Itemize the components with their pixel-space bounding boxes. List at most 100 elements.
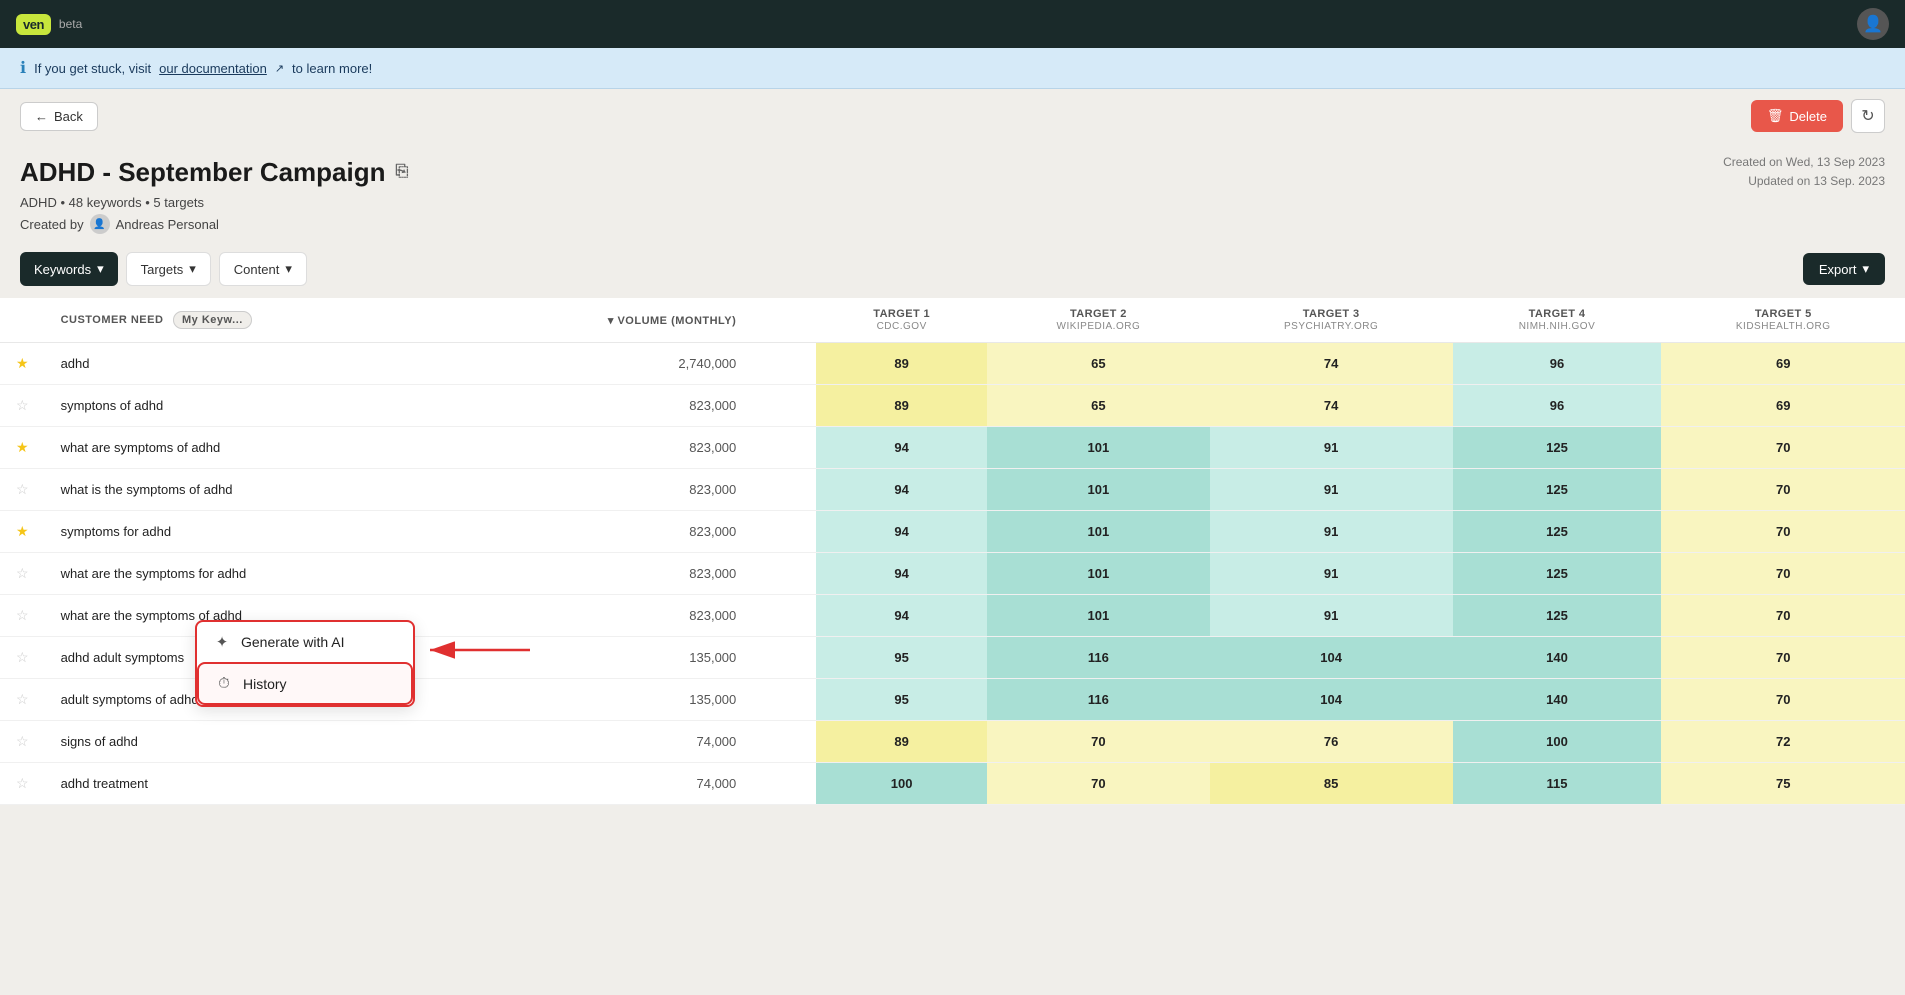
- target5-domain: KIDSHEALTH.ORG: [1677, 321, 1889, 332]
- target2-domain: WIKIPEDIA.ORG: [1003, 321, 1194, 332]
- delete-button[interactable]: 🗑 Delete: [1751, 100, 1843, 132]
- keywords-chevron-icon: ▾: [97, 261, 104, 277]
- tab-content[interactable]: Content ▾: [219, 252, 307, 286]
- banner-text-suffix: to learn more!: [292, 61, 372, 76]
- target3-cell: 91: [1210, 553, 1453, 595]
- table-row: ☆ what are the symptoms for adhd 823,000…: [0, 553, 1905, 595]
- star-cell[interactable]: ★: [0, 511, 45, 553]
- target2-cell: 101: [987, 595, 1210, 637]
- keyword-count: 48 keywords: [69, 195, 142, 210]
- target3-cell: 74: [1210, 343, 1453, 385]
- target3-domain: PSYCHIATRY.ORG: [1226, 321, 1437, 332]
- keyword-cell: signs of adhd: [45, 721, 385, 763]
- avatar-icon: 👤: [1863, 14, 1883, 34]
- campaign-meta-right: Created on Wed, 13 Sep 2023 Updated on 1…: [1723, 153, 1885, 191]
- target5-label: TARGET 5: [1755, 308, 1812, 320]
- campaign-title-text: ADHD - September Campaign: [20, 157, 386, 188]
- info-banner: ℹ If you get stuck, visit our documentat…: [0, 48, 1905, 89]
- target4-cell: 125: [1453, 553, 1662, 595]
- star-icon[interactable]: ☆: [16, 481, 29, 497]
- tab-keywords[interactable]: Keywords ▾: [20, 252, 118, 286]
- target2-cell: 65: [987, 385, 1210, 427]
- customer-need-label: CUSTOMER NEED: [61, 314, 164, 326]
- keyword-cell: symptons of adhd: [45, 385, 385, 427]
- target1-cell: 95: [816, 637, 987, 679]
- star-cell[interactable]: ★: [0, 427, 45, 469]
- history-item[interactable]: ⏱ History: [197, 662, 413, 705]
- action-buttons: 🗑 Delete ↻: [1751, 99, 1885, 133]
- target4-cell: 125: [1453, 511, 1662, 553]
- volume-cell: 823,000: [385, 469, 817, 511]
- target-count: 5 targets: [153, 195, 204, 210]
- star-cell[interactable]: ☆: [0, 595, 45, 637]
- generate-ai-icon: ✦: [213, 633, 231, 651]
- target5-cell: 70: [1661, 595, 1905, 637]
- export-button[interactable]: Export ▾: [1803, 253, 1885, 285]
- star-icon[interactable]: ☆: [16, 397, 29, 413]
- star-cell[interactable]: ☆: [0, 763, 45, 805]
- user-avatar[interactable]: 👤: [1857, 8, 1889, 40]
- target5-cell: 70: [1661, 511, 1905, 553]
- target2-cell: 116: [987, 637, 1210, 679]
- target4-cell: 115: [1453, 763, 1662, 805]
- generate-ai-item[interactable]: ✦ Generate with AI: [197, 622, 413, 662]
- dot1: •: [60, 195, 68, 210]
- star-cell[interactable]: ☆: [0, 637, 45, 679]
- target3-cell: 104: [1210, 679, 1453, 721]
- target2-cell: 101: [987, 553, 1210, 595]
- target2-label: TARGET 2: [1070, 308, 1127, 320]
- star-icon[interactable]: ☆: [16, 607, 29, 623]
- star-icon[interactable]: ★: [16, 355, 29, 371]
- filter-badge[interactable]: My Keyw...: [173, 311, 252, 329]
- created-on-text: Created on Wed, 13 Sep 2023: [1723, 153, 1885, 172]
- target3-cell: 91: [1210, 511, 1453, 553]
- volume-cell: 2,740,000: [385, 343, 817, 385]
- target2-header: TARGET 2 WIKIPEDIA.ORG: [987, 298, 1210, 343]
- target5-cell: 70: [1661, 553, 1905, 595]
- keyword-cell: what are symptoms of adhd: [45, 427, 385, 469]
- star-icon[interactable]: ☆: [16, 733, 29, 749]
- delete-label: Delete: [1789, 109, 1827, 124]
- star-icon[interactable]: ☆: [16, 565, 29, 581]
- star-cell[interactable]: ☆: [0, 385, 45, 427]
- target4-domain: NIMH.NIH.GOV: [1469, 321, 1646, 332]
- target2-cell: 70: [987, 721, 1210, 763]
- table-row: ★ adhd 2,740,000 89 65 74 96 69: [0, 343, 1905, 385]
- targets-chevron-icon: ▾: [189, 261, 196, 277]
- star-icon[interactable]: ☆: [16, 775, 29, 791]
- beta-label: beta: [59, 17, 82, 31]
- volume-header: ▾ VOLUME (MONTHLY): [385, 298, 817, 343]
- tab-targets[interactable]: Targets ▾: [126, 252, 211, 286]
- star-cell[interactable]: ★: [0, 343, 45, 385]
- edit-icon[interactable]: ⎘: [396, 163, 409, 181]
- star-cell[interactable]: ☆: [0, 721, 45, 763]
- content-chevron-icon: ▾: [285, 261, 292, 277]
- star-icon[interactable]: ★: [16, 523, 29, 539]
- doc-link[interactable]: our documentation: [159, 61, 267, 76]
- refresh-button[interactable]: ↻: [1851, 99, 1885, 133]
- campaign-creator: Created by 👤 Andreas Personal: [20, 214, 1885, 234]
- target3-header: TARGET 3 PSYCHIATRY.ORG: [1210, 298, 1453, 343]
- table-row: ★ what are symptoms of adhd 823,000 94 1…: [0, 427, 1905, 469]
- back-button[interactable]: ← Back: [20, 102, 98, 131]
- star-cell[interactable]: ☆: [0, 553, 45, 595]
- table-row: ☆ adhd treatment 74,000 100 70 85 115 75: [0, 763, 1905, 805]
- star-icon[interactable]: ☆: [16, 691, 29, 707]
- target1-cell: 94: [816, 427, 987, 469]
- star-icon[interactable]: ☆: [16, 649, 29, 665]
- star-cell[interactable]: ☆: [0, 469, 45, 511]
- target4-cell: 125: [1453, 427, 1662, 469]
- tab-group: Keywords ▾ Targets ▾ Content ▾: [20, 252, 307, 286]
- target3-label: TARGET 3: [1303, 308, 1360, 320]
- main-content: CUSTOMER NEED My Keyw... ▾ VOLUME (MONTH…: [0, 298, 1905, 805]
- target5-cell: 70: [1661, 469, 1905, 511]
- keyword-cell: adhd: [45, 343, 385, 385]
- volume-sort-icon: ▾: [608, 315, 614, 327]
- customer-need-header: CUSTOMER NEED My Keyw...: [45, 298, 385, 343]
- star-cell[interactable]: ☆: [0, 679, 45, 721]
- target2-cell: 101: [987, 469, 1210, 511]
- target1-cell: 94: [816, 511, 987, 553]
- volume-cell: 74,000: [385, 763, 817, 805]
- target1-header: TARGET 1 CDC.GOV: [816, 298, 987, 343]
- star-icon[interactable]: ★: [16, 439, 29, 455]
